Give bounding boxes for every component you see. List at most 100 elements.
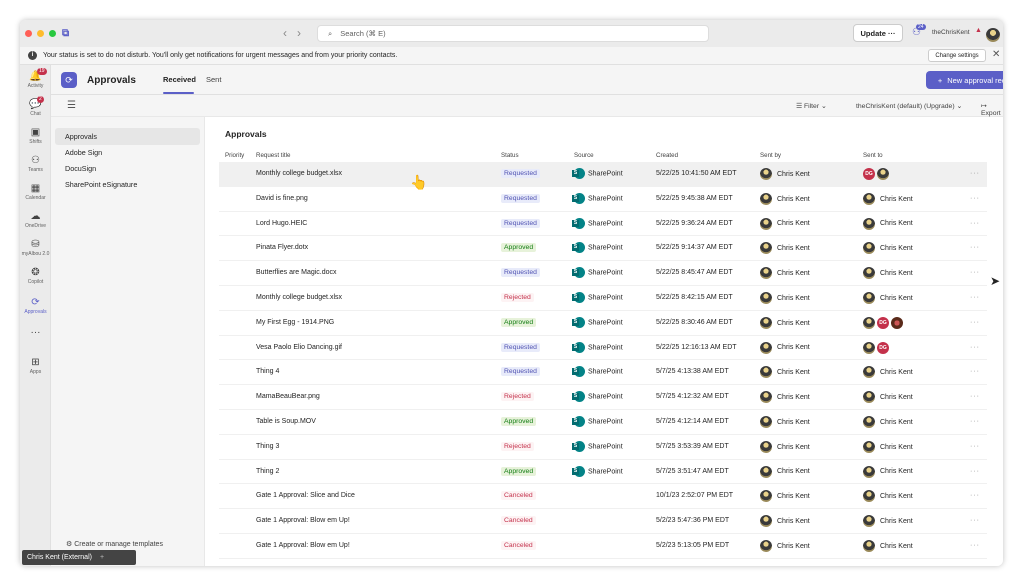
table-row[interactable]: David is fine.png Requested SharePoint 5/22…: [219, 187, 987, 212]
update-button[interactable]: Update ···: [853, 24, 903, 42]
avatar: [760, 416, 772, 428]
more-options-icon[interactable]: ···: [970, 195, 980, 202]
table-row[interactable]: Gate 1 Approval: Blow em Up! Canceled 5/2/…: [219, 509, 987, 534]
apps-icon: ⊞: [31, 357, 40, 368]
more-options-icon[interactable]: ···: [970, 319, 980, 326]
tab-received[interactable]: Received: [163, 75, 196, 84]
created-date: 5/22/25 8:42:15 AM EDT: [656, 294, 733, 301]
more-options-icon[interactable]: ···: [970, 344, 980, 351]
export-button[interactable]: ↦ Export: [981, 102, 1003, 117]
status-badge: Approved: [501, 243, 537, 253]
change-settings-button[interactable]: Change settings: [928, 49, 986, 62]
table-row[interactable]: My First Egg - 1914.PNG Approved SharePoin…: [219, 311, 987, 336]
more-options-icon[interactable]: ···: [970, 220, 980, 227]
rail-item-activity[interactable]: 🔔 Activity 19: [20, 68, 51, 89]
more-options-icon[interactable]: ···: [970, 542, 980, 549]
sidenav-item-approvals[interactable]: Approvals: [55, 128, 200, 145]
source-cell: SharePoint: [572, 192, 623, 204]
new-approval-request-button[interactable]: + New approval request: [926, 71, 1003, 89]
user-pill-label: Chris Kent (External): [27, 554, 92, 561]
rail-item-apps[interactable]: ⊞ Apps: [20, 357, 51, 375]
more-options-icon[interactable]: ···: [970, 468, 980, 475]
table-row[interactable]: Thing 4 Requested SharePoint 5/7/25 4:13:38…: [219, 360, 987, 386]
status-badge: Rejected: [501, 441, 534, 451]
table-row[interactable]: MamaBeauBear.png Rejected SharePoint 5/7/25…: [219, 385, 987, 410]
status-badge: Approved: [501, 417, 537, 426]
sharepoint-icon: [572, 192, 585, 204]
table-row[interactable]: Vesa Paolo Elio Dancing.gif Requested Shar…: [219, 336, 987, 361]
tab-sent[interactable]: Sent: [206, 75, 221, 84]
manage-templates-link[interactable]: ⚙ Create or manage templates: [66, 540, 163, 548]
table-row[interactable]: Thing 3 Rejected SharePoint 5/7/25 3:53:39 …: [219, 435, 987, 460]
table-row[interactable]: Lord Hugo.HEIC Requested SharePoint 5/22/25…: [219, 212, 987, 237]
table-row[interactable]: Monthly college budget.xlsx Requested Shar…: [219, 162, 987, 187]
column-header-created[interactable]: Created: [656, 152, 678, 159]
rail-item-label: Shifts: [29, 139, 42, 145]
table-row[interactable]: Monthly college budget.xlsx Rejected Share…: [219, 286, 987, 311]
rail-item-calendar[interactable]: ▦ Calendar: [20, 183, 51, 201]
more-options-icon[interactable]: ···: [970, 170, 980, 177]
more-options-icon[interactable]: ···: [970, 517, 980, 524]
column-header-source[interactable]: Source: [574, 152, 594, 159]
sidenav-item-adobe-sign[interactable]: Adobe Sign: [55, 144, 200, 161]
more-options-icon[interactable]: ···: [970, 418, 980, 425]
source-label: SharePoint: [588, 219, 623, 227]
column-header-sent-to[interactable]: Sent to: [863, 152, 883, 159]
more-options-icon[interactable]: ···: [970, 443, 980, 450]
table-row[interactable]: Thing 2 Approved SharePoint 5/7/25 3:51:47 …: [219, 460, 987, 485]
shifts-icon: ▣: [30, 127, 41, 138]
sidenav-item-sharepoint-esignature[interactable]: SharePoint eSignature: [55, 176, 200, 193]
back-arrow-icon[interactable]: ‹: [283, 26, 297, 40]
minimize-window-button[interactable]: [37, 30, 44, 37]
plus-icon[interactable]: +: [100, 554, 104, 561]
request-title: Butterflies are Magic.docx: [256, 269, 337, 277]
rail-item-more[interactable]: ···: [20, 327, 51, 339]
sent-to-cell: Chris Kent: [863, 192, 913, 205]
table-row[interactable]: Pinata Flyer.dotx Approved SharePoint 5/22/…: [219, 236, 987, 262]
more-options-icon[interactable]: ···: [970, 393, 980, 400]
source-label: SharePoint: [588, 170, 623, 178]
forward-arrow-icon[interactable]: ›: [297, 26, 311, 40]
column-header-request-title[interactable]: Request title: [256, 152, 290, 159]
profile-avatar[interactable]: [986, 26, 1000, 44]
banner-close-icon[interactable]: ✕: [992, 49, 1000, 60]
source-cell: SharePoint: [572, 168, 623, 179]
sent-by-name: Chris Kent: [777, 344, 810, 352]
table-row[interactable]: Gate 1 Approval: Blow em Up! Canceled 5/2/…: [219, 534, 987, 559]
more-options-icon[interactable]: ···: [970, 269, 980, 276]
close-window-button[interactable]: [25, 30, 32, 37]
rail-item-onedrive[interactable]: ☁ OneDrive: [20, 211, 51, 229]
more-options-icon[interactable]: ···: [970, 294, 980, 301]
search-input[interactable]: ⌕ Search (⌘ E): [317, 25, 709, 42]
notifications-icon[interactable]: ⚇ 24: [912, 24, 926, 38]
column-header-priority[interactable]: Priority: [225, 152, 244, 159]
more-options-icon[interactable]: ···: [970, 492, 980, 499]
filter-button[interactable]: ☰ Filter ⌄: [796, 102, 827, 110]
rail-item-myalbou-2-0[interactable]: ⛁ myAlbou 2.0: [20, 239, 51, 257]
table-row[interactable]: Table is Soup.MOV Approved SharePoint 5/7/2…: [219, 410, 987, 435]
sent-by-cell: Chris Kent: [760, 540, 810, 552]
rail-item-chat[interactable]: 💬 Chat 2: [20, 96, 51, 117]
column-header-status[interactable]: Status: [501, 152, 519, 159]
request-title: Thing 4: [256, 368, 280, 376]
table-row[interactable]: Butterflies are Magic.docx Requested Share…: [219, 261, 987, 286]
request-title: Gate 1 Approval: Blow em Up!: [256, 542, 350, 549]
rail-item-shifts[interactable]: ▣ Shifts: [20, 127, 51, 145]
tenant-name[interactable]: theChrisKent: [932, 29, 970, 36]
hamburger-menu-icon[interactable]: ☰: [67, 100, 76, 111]
sharepoint-icon: [572, 267, 585, 279]
rail-item-copilot[interactable]: ❂ Copilot: [20, 267, 51, 285]
tenant-selector[interactable]: theChrisKent (default) (Upgrade) ⌄: [856, 102, 962, 110]
status-badge: Requested: [501, 268, 540, 278]
more-options-icon[interactable]: ···: [970, 368, 980, 375]
avatar: [760, 267, 772, 280]
more-options-icon[interactable]: ···: [970, 244, 980, 251]
user-pill[interactable]: Chris Kent (External) +: [22, 550, 136, 565]
column-header-sent-by[interactable]: Sent by: [760, 152, 781, 159]
sidenav-item-docusign[interactable]: DocuSign: [55, 160, 200, 177]
rail-item-teams[interactable]: ⚇ Teams: [20, 155, 51, 173]
request-title: Gate 1 Approval: Slice and Dice: [256, 492, 355, 500]
maximize-window-button[interactable]: [49, 30, 56, 37]
table-row[interactable]: Gate 1 Approval: Slice and Dice Canceled 1…: [219, 484, 987, 510]
rail-item-approvals[interactable]: ⟳ Approvals: [20, 297, 51, 315]
